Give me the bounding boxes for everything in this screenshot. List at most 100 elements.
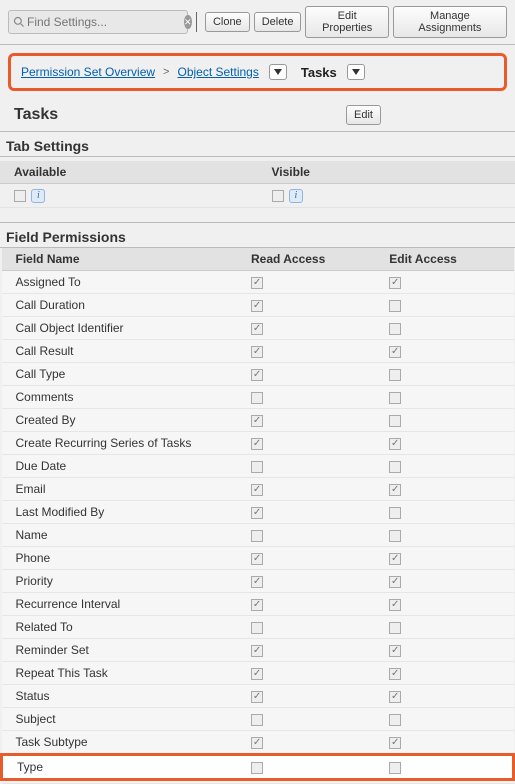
read-access-cell	[237, 661, 375, 684]
col-visible: Visible	[258, 161, 515, 184]
info-icon[interactable]: i	[31, 189, 45, 203]
col-read-access: Read Access	[237, 248, 375, 271]
col-edit-access: Edit Access	[375, 248, 513, 271]
col-available: Available	[0, 161, 258, 184]
edit-access-cell	[375, 270, 513, 293]
manage-assignments-button[interactable]: Manage Assignments	[393, 6, 507, 38]
edit-checkbox	[389, 714, 401, 726]
table-row-truncated	[2, 779, 514, 783]
tab-settings-row: i i	[0, 184, 515, 208]
read-access-cell	[237, 362, 375, 385]
read-access-cell	[237, 546, 375, 569]
read-checkbox	[251, 346, 263, 358]
table-row: Call Object Identifier	[2, 316, 514, 339]
toolbar-divider	[196, 12, 197, 32]
read-access-cell	[237, 408, 375, 431]
edit-checkbox	[389, 392, 401, 404]
edit-checkbox	[389, 553, 401, 565]
read-access-cell	[237, 707, 375, 730]
table-row: Priority	[2, 569, 514, 592]
field-name-cell: Status	[2, 684, 238, 707]
edit-access-cell	[375, 754, 513, 779]
search-icon	[13, 16, 25, 28]
read-checkbox	[251, 392, 263, 404]
edit-access-cell	[375, 339, 513, 362]
edit-access-cell	[375, 684, 513, 707]
read-checkbox	[251, 714, 263, 726]
edit-checkbox	[389, 300, 401, 312]
current-object-dropdown[interactable]	[347, 64, 365, 80]
table-row: Task Subtype	[2, 730, 514, 754]
field-name-cell: Reminder Set	[2, 638, 238, 661]
edit-access-cell	[375, 523, 513, 546]
read-access-cell	[237, 431, 375, 454]
edit-checkbox	[389, 645, 401, 657]
field-name-cell: Priority	[2, 569, 238, 592]
tab-settings-heading: Tab Settings	[0, 131, 515, 157]
field-name-cell: Type	[2, 754, 238, 779]
read-access-cell	[237, 316, 375, 339]
breadcrumb-overview-link[interactable]: Permission Set Overview	[21, 65, 155, 79]
read-access-cell	[237, 454, 375, 477]
read-access-cell	[237, 754, 375, 779]
edit-access-cell	[375, 592, 513, 615]
field-name-cell: Assigned To	[2, 270, 238, 293]
top-toolbar: ✕ Clone Delete Edit Properties Manage As…	[0, 0, 515, 45]
read-checkbox	[251, 668, 263, 680]
field-name-cell: Subject	[2, 707, 238, 730]
delete-button[interactable]: Delete	[254, 12, 302, 32]
edit-checkbox	[389, 369, 401, 381]
search-input[interactable]	[25, 13, 184, 31]
read-access-cell	[237, 569, 375, 592]
table-row: Created By	[2, 408, 514, 431]
field-name-cell: Call Type	[2, 362, 238, 385]
read-checkbox	[251, 277, 263, 289]
field-name-cell: Created By	[2, 408, 238, 431]
page-title: Tasks	[14, 106, 336, 124]
clear-search-icon[interactable]: ✕	[184, 15, 192, 29]
edit-access-cell	[375, 385, 513, 408]
edit-checkbox	[389, 576, 401, 588]
field-name-cell: Email	[2, 477, 238, 500]
edit-checkbox	[389, 323, 401, 335]
info-icon[interactable]: i	[289, 189, 303, 203]
edit-access-cell	[375, 316, 513, 339]
breadcrumb-object-settings-link[interactable]: Object Settings	[177, 65, 258, 79]
edit-properties-button[interactable]: Edit Properties	[305, 6, 388, 38]
edit-checkbox	[389, 530, 401, 542]
read-checkbox	[251, 599, 263, 611]
clone-button[interactable]: Clone	[205, 12, 250, 32]
breadcrumb-separator: >	[163, 66, 169, 78]
edit-access-cell	[375, 500, 513, 523]
read-access-cell	[237, 730, 375, 754]
read-checkbox	[251, 323, 263, 335]
read-access-cell	[237, 270, 375, 293]
table-row: Status	[2, 684, 514, 707]
edit-access-cell	[375, 661, 513, 684]
read-checkbox	[251, 507, 263, 519]
read-checkbox	[251, 461, 263, 473]
table-row: Last Modified By	[2, 500, 514, 523]
read-checkbox	[251, 622, 263, 634]
read-checkbox	[251, 691, 263, 703]
table-row: Email	[2, 477, 514, 500]
edit-access-cell	[375, 362, 513, 385]
read-access-cell	[237, 385, 375, 408]
field-name-cell: Task Subtype	[2, 730, 238, 754]
read-checkbox	[251, 415, 263, 427]
read-checkbox	[251, 530, 263, 542]
read-checkbox	[251, 369, 263, 381]
edit-button[interactable]: Edit	[346, 105, 381, 125]
edit-checkbox	[389, 277, 401, 289]
read-checkbox	[251, 553, 263, 565]
edit-access-cell	[375, 477, 513, 500]
search-input-wrap[interactable]: ✕	[8, 10, 188, 34]
table-row: Subject	[2, 707, 514, 730]
table-row: Name	[2, 523, 514, 546]
object-header: Tasks Edit	[0, 99, 515, 131]
table-row: Phone	[2, 546, 514, 569]
object-settings-dropdown[interactable]	[269, 64, 287, 80]
edit-checkbox	[389, 599, 401, 611]
read-access-cell	[237, 523, 375, 546]
field-name-cell: Name	[2, 523, 238, 546]
